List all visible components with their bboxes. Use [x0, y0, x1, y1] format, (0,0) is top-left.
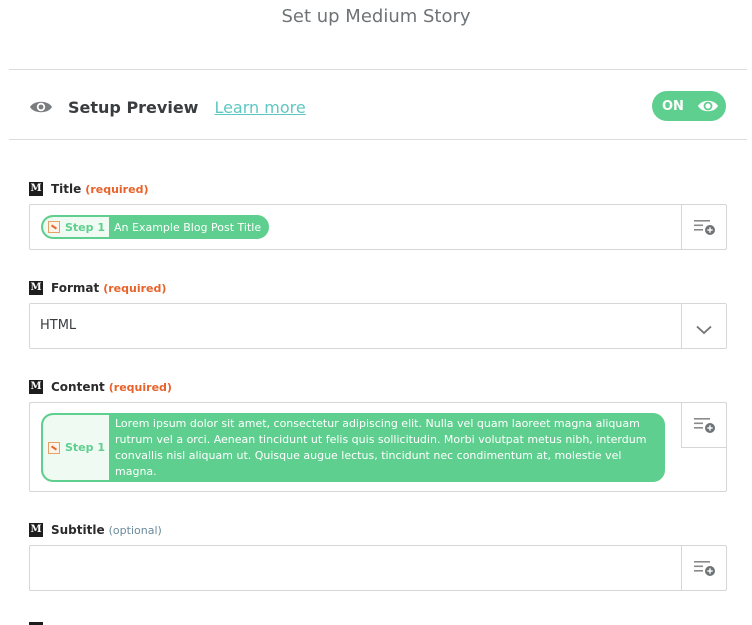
app-step-icon: [48, 441, 60, 454]
insert-data-icon: [693, 416, 717, 434]
preview-toggle[interactable]: ON: [652, 91, 726, 121]
medium-logo-icon: M: [29, 182, 43, 196]
step-data-pill[interactable]: Step 1 An Example Blog Post Title: [41, 215, 270, 239]
title-field[interactable]: Step 1 An Example Blog Post Title: [29, 204, 727, 250]
field-label: Content: [51, 380, 105, 394]
pill-value: An Example Blog Post Title: [114, 220, 262, 234]
insert-data-icon: [693, 559, 717, 577]
pill-step-tag: Step 1: [43, 217, 109, 237]
required-indicator: (required): [85, 182, 149, 196]
format-value: HTML: [40, 318, 77, 333]
pill-value: Lorem ipsum dolor sit amet, consectetur …: [115, 416, 647, 478]
setup-preview-label: Setup Preview: [68, 97, 199, 117]
chevron-down-icon: [696, 320, 712, 335]
format-dropdown-button[interactable]: [681, 304, 726, 348]
pill-step-tag: Step 1: [43, 415, 109, 480]
field-label: Format: [51, 281, 100, 295]
divider: [9, 69, 747, 70]
page-title: Set up Medium Story: [281, 6, 471, 27]
content-label-row: M Content (required): [29, 380, 172, 394]
medium-logo-icon: M: [29, 523, 43, 537]
insert-data-button[interactable]: [681, 403, 726, 448]
setup-page: Set up Medium Story Setup Preview Learn …: [0, 0, 752, 625]
medium-logo-icon: M: [29, 281, 43, 295]
step-label: Step 1: [65, 441, 105, 454]
insert-data-icon: [693, 218, 717, 236]
field-label: Title: [51, 182, 82, 196]
subtitle-label-row: M Subtitle (optional): [29, 523, 162, 537]
eye-icon: [29, 99, 53, 115]
content-field[interactable]: Step 1 Lorem ipsum dolor sit amet, conse…: [29, 402, 727, 492]
toggle-label: ON: [662, 98, 684, 114]
step-label: Step 1: [65, 220, 105, 234]
optional-indicator: (optional): [108, 523, 162, 537]
medium-logo-icon: M: [29, 380, 43, 394]
title-label-row: M Title (required): [29, 182, 148, 196]
field-label: Subtitle: [51, 523, 105, 537]
format-label-row: M Format (required): [29, 281, 166, 295]
setup-preview-row: Setup Preview Learn more ON: [29, 91, 726, 123]
step-data-pill[interactable]: Step 1 Lorem ipsum dolor sit amet, conse…: [41, 413, 665, 482]
format-select[interactable]: HTML: [29, 303, 727, 349]
learn-more-link[interactable]: Learn more: [214, 98, 305, 117]
insert-data-button[interactable]: [681, 205, 726, 249]
insert-data-button[interactable]: [681, 546, 726, 590]
eye-icon: [697, 97, 719, 115]
required-indicator: (required): [103, 281, 167, 295]
required-indicator: (required): [108, 380, 172, 394]
divider: [9, 139, 747, 140]
subtitle-field[interactable]: [29, 545, 727, 591]
app-step-icon: [48, 221, 60, 233]
